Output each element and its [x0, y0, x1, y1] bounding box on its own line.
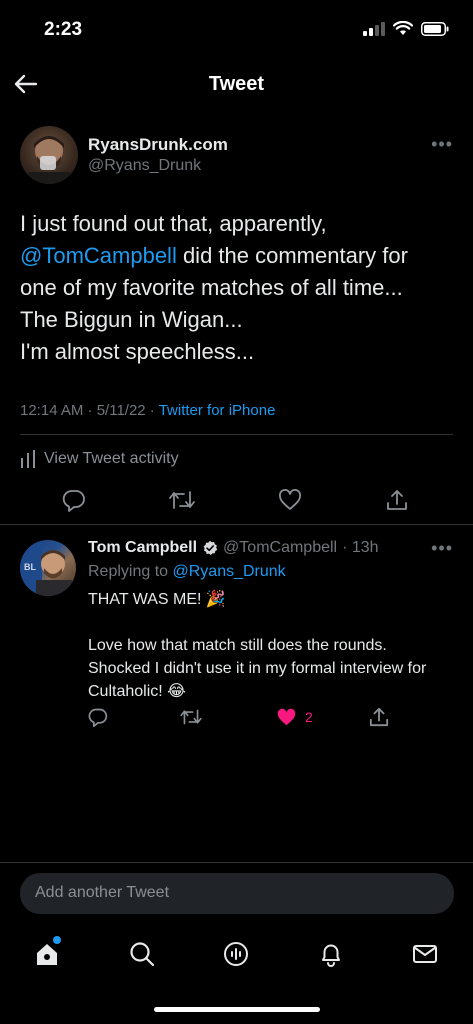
view-tweet-activity-button[interactable]: View Tweet activity — [20, 450, 179, 468]
reply-action-bar: 2 — [0, 702, 473, 732]
reply-text-line: THAT WAS ME! 🎉 — [88, 591, 226, 608]
activity-label: View Tweet activity — [44, 450, 179, 467]
author-handle[interactable]: @Ryans_Drunk — [88, 157, 201, 175]
main-tweet: RyansDrunk.com @Ryans_Drunk ••• I just f… — [0, 120, 473, 512]
spaces-icon — [224, 942, 248, 966]
tweet-text: I just found out that, apparently, @TomC… — [20, 208, 460, 368]
home-indicator[interactable] — [154, 1007, 320, 1012]
tweet-text-line: I'm almost speechless... — [20, 339, 255, 364]
tweet-timestamp[interactable]: 12:14 AM · 5/11/22 · — [20, 402, 159, 419]
replying-to-handle[interactable]: @Ryans_Drunk — [173, 563, 286, 580]
mention-link[interactable]: @TomCampbell — [20, 243, 177, 268]
avatar-image: BL — [20, 540, 72, 596]
reply-author-name[interactable]: Tom Campbell — [88, 539, 197, 557]
add-tweet-input[interactable]: Add another Tweet — [20, 873, 454, 914]
bell-icon — [322, 944, 340, 967]
like-button[interactable]: 2 — [276, 702, 313, 732]
divider — [0, 862, 473, 863]
reply-text-line: Shocked I didn't use it in my formal int… — [88, 660, 427, 677]
share-button[interactable] — [377, 480, 417, 520]
tweet-text-line: @TomCampbell did the commentary for — [20, 240, 460, 272]
tweet-action-bar — [0, 480, 473, 520]
reply-author-handle[interactable]: @TomCampbell — [223, 539, 337, 557]
home-icon — [37, 944, 57, 965]
share-icon — [387, 490, 407, 510]
tweet-text-line: The Biggun in Wigan... — [20, 307, 243, 332]
heart-filled-icon — [277, 708, 296, 725]
speech-bubble-icon — [88, 708, 108, 727]
retweet-button[interactable] — [180, 702, 202, 732]
speech-bubble-icon — [62, 490, 85, 512]
more-horizontal-icon: ••• — [431, 134, 453, 154]
reply-text: THAT WAS ME! 🎉 Love how that match still… — [88, 588, 460, 703]
reply-button[interactable] — [54, 480, 94, 520]
bar-chart-icon — [21, 450, 35, 468]
reply-text-line: Love how that match still does the round… — [88, 637, 387, 654]
tab-messages[interactable] — [405, 934, 445, 974]
retweet-button[interactable] — [162, 480, 202, 520]
like-count: 2 — [305, 709, 313, 725]
tab-notifications[interactable] — [311, 934, 351, 974]
avatar[interactable]: BL — [20, 540, 76, 596]
more-options-button[interactable]: ••• — [431, 538, 453, 559]
replying-to-line: Replying to @Ryans_Drunk — [88, 563, 286, 581]
share-icon — [369, 707, 389, 727]
status-bar: 2:23 — [0, 0, 473, 58]
tweet-text-segment: did the commentary for — [176, 243, 408, 268]
search-icon — [130, 942, 155, 967]
compose-placeholder: Add another Tweet — [35, 884, 170, 901]
reply-button[interactable] — [88, 702, 108, 732]
tweet-text-line: I just found out that, apparently, — [20, 211, 327, 236]
share-button[interactable] — [369, 702, 389, 732]
tweet-text-line: one of my favorite matches of all time..… — [20, 275, 403, 300]
verified-badge-icon — [203, 540, 218, 555]
tweet-metadata: 12:14 AM · 5/11/22 · Twitter for iPhone — [20, 402, 275, 419]
divider — [0, 524, 473, 525]
battery-icon — [421, 21, 449, 36]
cellular-signal-icon — [363, 21, 385, 36]
retweet-icon — [180, 709, 202, 725]
divider — [20, 434, 453, 435]
reply-text-line: Cultaholic! 😂 — [88, 683, 186, 700]
heart-icon — [279, 489, 301, 510]
tweet-author-row: RyansDrunk.com @Ryans_Drunk ••• — [0, 120, 473, 190]
status-time: 2:23 — [44, 19, 83, 40]
reply-header: Tom Campbell @TomCampbell · 13h — [88, 539, 379, 557]
tab-spaces[interactable] — [216, 934, 256, 974]
retweet-icon — [169, 491, 195, 509]
reply-age: · 13h — [342, 539, 379, 556]
avatar-logo-text: BL — [24, 562, 36, 572]
wifi-icon — [393, 21, 413, 35]
tab-home[interactable] — [27, 934, 67, 974]
status-icons — [363, 21, 449, 36]
replying-to-prefix: Replying to — [88, 563, 173, 580]
more-horizontal-icon: ••• — [431, 538, 453, 558]
bottom-tab-bar — [0, 930, 473, 978]
page-title: Tweet — [208, 73, 265, 95]
tab-search[interactable] — [122, 934, 162, 974]
envelope-icon — [413, 945, 437, 963]
unread-dot — [53, 936, 61, 944]
avatar-image — [28, 136, 70, 184]
like-button[interactable] — [270, 480, 310, 520]
author-name[interactable]: RyansDrunk.com — [88, 135, 228, 155]
tweet-source-link[interactable]: Twitter for iPhone — [159, 402, 276, 419]
avatar[interactable] — [20, 126, 78, 184]
more-options-button[interactable]: ••• — [431, 134, 453, 155]
reply-text-blank-line — [88, 611, 460, 634]
top-nav-header: Tweet — [0, 58, 473, 110]
